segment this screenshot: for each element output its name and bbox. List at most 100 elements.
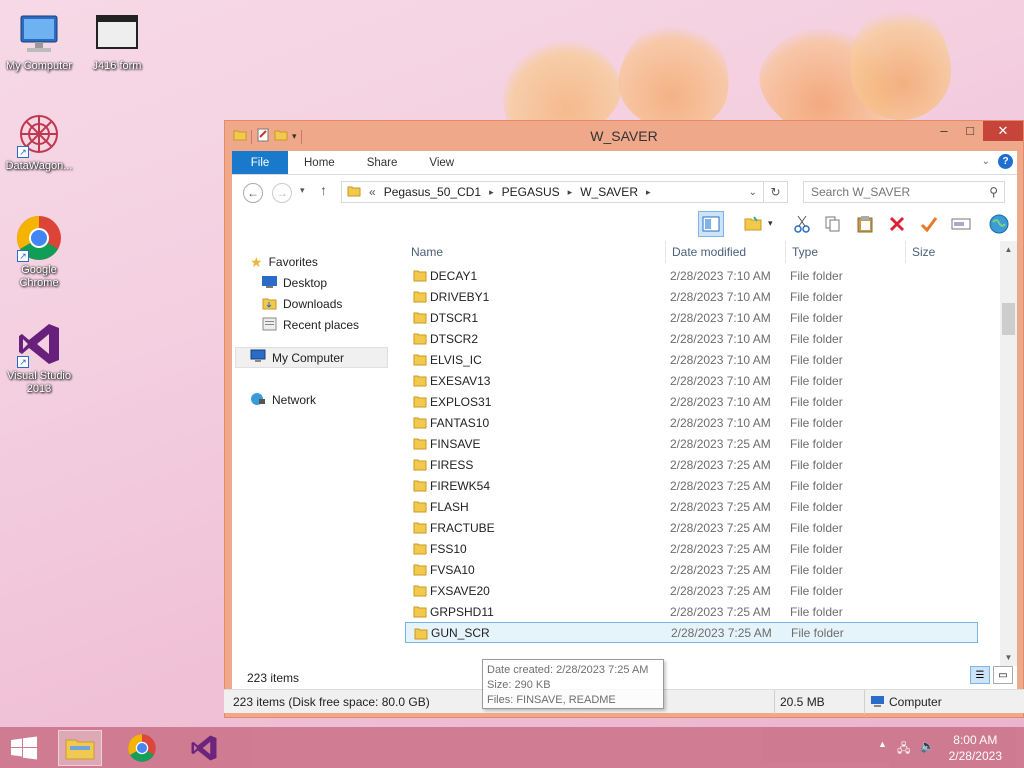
tab-home[interactable]: Home [288,151,351,174]
refresh-button[interactable]: ↻ [764,181,788,203]
table-row[interactable]: DTSCR2 2/28/2023 7:10 AM File folder [405,328,978,349]
chevron-right-icon[interactable]: ▸ [646,187,651,198]
table-row[interactable]: FVSA10 2/28/2023 7:25 AM File folder [405,559,978,580]
file-type: File folder [790,499,843,514]
delete-icon[interactable] [884,211,910,237]
desktop-icon-my-computer[interactable]: My Computer [0,10,78,73]
desktop-icon-j416-form[interactable]: J416 form [78,10,156,73]
table-row[interactable]: FIREWK54 2/28/2023 7:25 AM File folder [405,475,978,496]
tab-share[interactable]: Share [351,151,414,174]
folder-icon [413,395,427,411]
address-bar[interactable]: « Pegasus_50_CD1 ▸ PEGASUS ▸ W_SAVER ▸ ⌄ [341,181,764,203]
forward-button[interactable]: → [272,183,292,203]
desktop-icon-google-chrome[interactable]: ↗ Google Chrome [0,214,78,290]
tab-view[interactable]: View [413,151,470,174]
search-box[interactable]: ⚲ [803,181,1005,203]
up-button[interactable]: ↑ [320,182,327,198]
column-size[interactable]: Size [906,241,986,263]
close-button[interactable]: ✕ [983,121,1023,141]
column-type[interactable]: Type [786,241,906,263]
table-row[interactable]: FANTAS10 2/28/2023 7:10 AM File folder [405,412,978,433]
window-icon [93,10,141,58]
taskbar-visual-studio[interactable] [182,730,226,766]
scroll-thumb[interactable] [1002,303,1015,335]
paste-icon[interactable] [852,211,878,237]
desktop-icon-datawagon[interactable]: ↗ DataWagon... [0,110,78,173]
nav-network[interactable]: Network [250,391,316,409]
maximize-button[interactable]: □ [957,121,983,141]
column-date-modified[interactable]: Date modified [666,241,786,263]
table-row[interactable]: GUN_SCR 2/28/2023 7:25 AM File folder [405,622,978,643]
breadcrumb-item[interactable]: W_SAVER [580,185,638,199]
table-row[interactable]: DTSCR1 2/28/2023 7:10 AM File folder [405,307,978,328]
visual-studio-icon: ↗ [15,320,63,368]
nav-recent-places[interactable]: Recent places [262,316,359,334]
start-button[interactable] [2,730,46,766]
breadcrumb-item[interactable]: PEGASUS [502,185,560,199]
minimize-button[interactable]: – [931,121,957,141]
details-view-icon[interactable]: ☰ [970,666,990,684]
file-date: 2/28/2023 7:10 AM [670,415,771,430]
table-row[interactable]: DRIVEBY1 2/28/2023 7:10 AM File folder [405,286,978,307]
file-type: File folder [790,583,843,598]
file-date: 2/28/2023 7:25 AM [670,583,771,598]
back-button[interactable]: ← [243,183,263,203]
toolbar: ▾ [232,209,1017,239]
table-row[interactable]: EXESAV13 2/28/2023 7:10 AM File folder [405,370,978,391]
file-name: EXPLOS31 [430,394,492,409]
table-row[interactable]: EXPLOS31 2/28/2023 7:10 AM File folder [405,391,978,412]
title-bar[interactable]: ▾ W_SAVER – □ ✕ [225,121,1023,151]
scroll-down-arrow-icon[interactable]: ▼ [1000,649,1017,666]
table-row[interactable]: FXSAVE20 2/28/2023 7:25 AM File folder [405,580,978,601]
chrome-icon: ↗ [15,214,63,262]
scroll-up-arrow-icon[interactable]: ▲ [1000,241,1017,258]
file-name: FRACTUBE [430,520,495,535]
organize-folder-icon[interactable] [740,211,766,237]
volume-icon[interactable]: 🔈 [920,739,935,753]
folder-icon [413,353,427,369]
cut-icon[interactable] [789,211,815,237]
column-name[interactable]: Name [405,241,666,263]
show-hidden-icons-icon[interactable]: ▲ [878,739,887,749]
network-globe-icon[interactable] [986,211,1012,237]
nav-downloads[interactable]: Downloads [262,295,342,313]
table-row[interactable]: ELVIS_IC 2/28/2023 7:10 AM File folder [405,349,978,370]
table-row[interactable]: DECAY1 2/28/2023 7:10 AM File folder [405,265,978,286]
breadcrumb-item[interactable]: Pegasus_50_CD1 [384,185,481,199]
rename-icon[interactable] [948,211,974,237]
help-icon[interactable]: ? [998,154,1013,169]
tab-file[interactable]: File [232,151,288,174]
table-row[interactable]: FINSAVE 2/28/2023 7:25 AM File folder [405,433,978,454]
preview-pane-button[interactable] [698,211,724,237]
recent-locations-icon[interactable]: ▾ [300,185,305,196]
address-dropdown-icon[interactable]: ⌄ [749,187,757,198]
expand-ribbon-icon[interactable]: ⌄ [982,156,990,167]
copy-icon[interactable] [820,211,846,237]
breadcrumb-overflow[interactable]: « [369,185,376,199]
organize-dropdown-icon[interactable]: ▾ [768,218,773,229]
nav-my-computer[interactable]: My Computer [235,347,388,368]
taskbar-file-explorer[interactable] [58,730,102,766]
search-icon[interactable]: ⚲ [989,185,998,199]
table-row[interactable]: FLASH 2/28/2023 7:25 AM File folder [405,496,978,517]
chevron-right-icon[interactable]: ▸ [489,187,494,198]
table-row[interactable]: JPARK_AD2/28/2023 7:25 AMFile folder [405,643,978,646]
checkmark-icon[interactable] [916,211,942,237]
network-tray-icon[interactable]: 🖧 [897,739,910,760]
system-clock[interactable]: 8:00 AM 2/28/2023 [949,732,1002,764]
folder-icon [414,627,428,643]
nav-desktop[interactable]: Desktop [262,274,327,292]
table-row[interactable]: FRACTUBE 2/28/2023 7:25 AM File folder [405,517,978,538]
file-name: GRPSHD11 [430,604,494,619]
chevron-right-icon[interactable]: ▸ [568,187,573,198]
search-input[interactable] [811,185,976,199]
desktop-icon-visual-studio[interactable]: ↗ Visual Studio 2013 [0,320,78,396]
folder-icon [413,437,427,453]
table-row[interactable]: FSS10 2/28/2023 7:25 AM File folder [405,538,978,559]
table-row[interactable]: GRPSHD11 2/28/2023 7:25 AM File folder [405,601,978,622]
large-icons-view-icon[interactable]: ▭ [993,666,1013,684]
vertical-scrollbar[interactable]: ▲ ▼ [1000,241,1017,666]
table-row[interactable]: FIRESS 2/28/2023 7:25 AM File folder [405,454,978,475]
nav-favorites[interactable]: ★ Favorites [250,253,318,271]
taskbar-chrome[interactable] [120,730,164,766]
